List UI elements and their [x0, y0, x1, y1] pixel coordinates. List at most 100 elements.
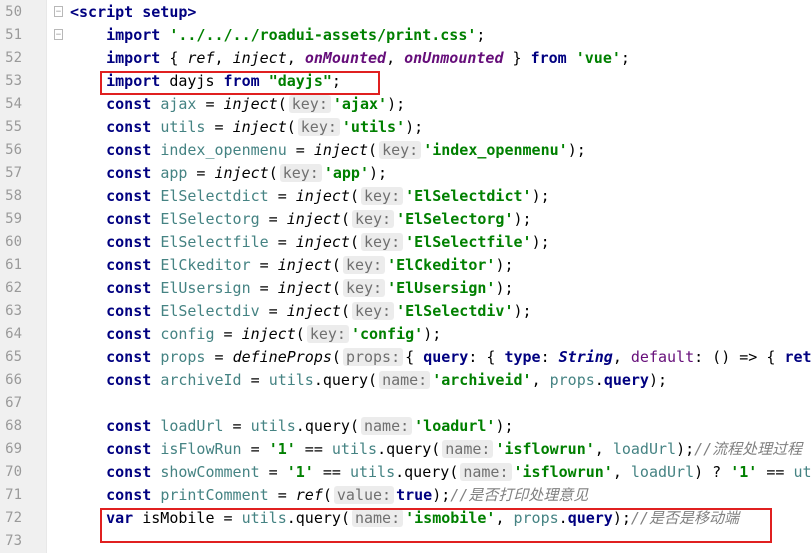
code-line[interactable]: 66 const archiveId = utils.query(name:'a…: [0, 369, 812, 392]
line-number: 63: [5, 303, 22, 319]
line-number: 50: [5, 4, 22, 20]
code-line[interactable]: 55 const utils = inject(key:'utils');: [0, 116, 812, 139]
line-number: 73: [5, 533, 22, 549]
code-token: 'app': [323, 164, 369, 182]
code-line[interactable]: 64 const config = inject(key:'config');: [0, 323, 812, 346]
code-text: const showComment = '1' == utils.query(n…: [70, 461, 812, 484]
code-line[interactable]: 65 const props = defineProps(props:{ que…: [0, 346, 812, 369]
code-line[interactable]: 56 const index_openmenu = inject(key:'in…: [0, 139, 812, 162]
code-line[interactable]: 60 const ElSelectfile = inject(key: 'ElSe…: [0, 231, 812, 254]
code-line[interactable]: 52 import { ref, inject, onMounted, onUn…: [0, 47, 812, 70]
code-token: =: [259, 302, 287, 320]
code-token: :: [540, 348, 559, 366]
code-token: );: [513, 302, 532, 320]
line-number: 62: [5, 280, 22, 296]
code-token: inject: [277, 256, 332, 274]
code-token: >: [187, 3, 197, 21]
code-token: from: [530, 49, 567, 67]
code-text: const ajax = inject(key:'ajax');: [70, 93, 405, 116]
code-line[interactable]: 62 const ElUsersign = inject(key: 'ElUser…: [0, 277, 812, 300]
code-token: '../../../roadui-assets/print.css': [169, 26, 477, 44]
code-text: const isFlowRun = '1' == utils.query(nam…: [70, 438, 802, 461]
code-text: const loadUrl = utils.query(name:'loadur…: [70, 415, 514, 438]
code-line[interactable]: 70 const showComment = '1' == utils.quer…: [0, 461, 812, 484]
code-line[interactable]: 61 const ElCkeditor = inject(key: 'ElCked…: [0, 254, 812, 277]
code-token: (: [286, 118, 296, 136]
code-token: default: [630, 348, 695, 366]
code-token: =: [250, 279, 278, 297]
code-token: const: [106, 325, 152, 343]
code-token: ) ?: [694, 463, 731, 481]
code-token: ref: [295, 486, 323, 504]
code-token: ,: [286, 49, 305, 67]
code-line[interactable]: 68 const loadUrl = utils.query(name:'loa…: [0, 415, 812, 438]
code-token: 'ElSelectfile': [405, 233, 532, 251]
code-token: ,: [612, 348, 631, 366]
code-token: ,: [386, 49, 405, 67]
code-token: ,: [612, 463, 631, 481]
fold-toggle-icon[interactable]: −: [54, 29, 63, 40]
code-token: (: [340, 210, 350, 228]
code-line[interactable]: 69 const isFlowRun = '1' == utils.query(…: [0, 438, 812, 461]
code-token: );: [495, 417, 514, 435]
code-token: 'ElSelectdict': [405, 187, 532, 205]
code-line[interactable]: 71 const printComment = ref(value: true);…: [0, 484, 812, 507]
code-token: ElCkeditor: [160, 256, 251, 274]
code-token: (: [349, 187, 359, 205]
fold-toggle-icon[interactable]: −: [54, 6, 63, 17]
code-token: =: [223, 417, 251, 435]
code-line[interactable]: 57 const app = inject(key:'app');: [0, 162, 812, 185]
code-line[interactable]: 51 − import '../../../roadui-assets/print…: [0, 24, 812, 47]
code-token: ==: [295, 440, 332, 458]
code-line[interactable]: 63 const ElSelectdiv = inject(key: 'ElSel…: [0, 300, 812, 323]
code-token: 'ElSelectdiv': [396, 302, 514, 320]
code-line[interactable]: 58 const ElSelectdict = inject(key: 'ElSe…: [0, 185, 812, 208]
code-token: ref: [187, 49, 215, 67]
code-token: 'archiveid': [432, 371, 532, 389]
code-token: retu: [784, 348, 812, 366]
code-token: (: [268, 164, 278, 182]
code-line[interactable]: 67: [0, 392, 812, 415]
code-token: );: [495, 279, 514, 297]
code-token: .: [395, 463, 405, 481]
parameter-hint: name:: [442, 440, 494, 458]
highlight-box-dayjs-import: [100, 71, 380, 95]
code-line[interactable]: 54 const ajax = inject(key:'ajax');: [0, 93, 812, 116]
line-number: 57: [5, 165, 22, 181]
code-token: query: [423, 348, 469, 366]
parameter-hint: key:: [306, 325, 349, 343]
code-token: (: [295, 325, 305, 343]
line-number: 54: [5, 96, 22, 112]
code-token: const: [106, 256, 152, 274]
code-token: inject: [277, 279, 332, 297]
code-token: inject: [295, 187, 350, 205]
parameter-hint: name:: [460, 463, 512, 481]
code-token: (: [340, 302, 350, 320]
line-number: 66: [5, 372, 22, 388]
code-token: (: [331, 256, 341, 274]
code-token: inject: [232, 49, 287, 67]
code-token: (: [368, 141, 378, 159]
code-line[interactable]: 59 const ElSelectorg = inject(key: 'ElSel…: [0, 208, 812, 231]
code-text: const app = inject(key:'app');: [70, 162, 387, 185]
code-token: );: [513, 210, 532, 228]
parameter-hint: props:: [342, 348, 404, 366]
code-token: =: [187, 164, 215, 182]
code-token: =: [241, 371, 269, 389]
code-token: ,: [531, 371, 550, 389]
code-line[interactable]: 50 − <script setup>: [0, 1, 812, 24]
code-token: ElSelectorg: [160, 210, 260, 228]
